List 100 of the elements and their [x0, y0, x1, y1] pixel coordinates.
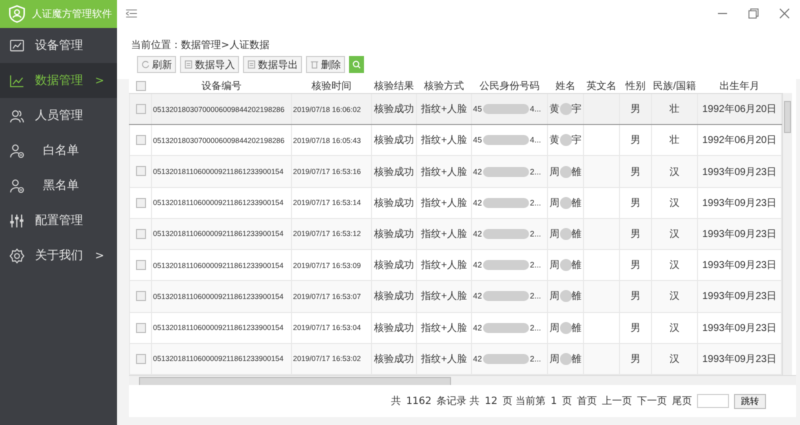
table-cell: 周 [550, 291, 560, 302]
table-cell: 核验成功 [374, 198, 414, 209]
table-cell: 1992年06月20日 [702, 104, 777, 116]
pager-link[interactable]: 下一页 [637, 394, 667, 408]
table-cell: 42 [473, 198, 482, 208]
table-cell: 男 [630, 104, 640, 116]
table-cell: 42 [473, 292, 482, 301]
sidebar-item[interactable]: 设备管理 [0, 28, 117, 63]
table-cell: 核验成功 [374, 135, 414, 146]
pager-text: 页 当前第 [502, 394, 546, 408]
sidebar-item[interactable]: 关于我们 > [0, 238, 117, 273]
column-header: 公民身份号码 [480, 81, 540, 92]
table-cell: 汉 [670, 260, 680, 272]
select-all-checkbox[interactable] [136, 80, 146, 91]
table-cell: 壮 [670, 135, 680, 146]
redaction-blur [482, 291, 529, 302]
table-cell: 1993年09月23日 [702, 322, 777, 334]
column-header: 核验结果 [374, 81, 414, 92]
table-cell: 周 [550, 166, 560, 178]
table-cell: 2... [530, 198, 542, 208]
toolbar-button[interactable]: 删除 [306, 56, 345, 73]
table-cell: 男 [630, 198, 640, 209]
sidebar-subitem[interactable]: 白名单 [0, 133, 117, 168]
table-cell: 2... [530, 354, 542, 364]
table-cell: 42 [473, 229, 482, 238]
pager-text: 条记录 共 [436, 394, 480, 408]
table-cell: 核验成功 [374, 104, 414, 116]
redaction-blur [482, 228, 529, 239]
table-cell: 核验成功 [374, 260, 414, 272]
row-checkbox[interactable] [136, 354, 146, 364]
sidebar-subitem[interactable]: 黑名单 [0, 168, 117, 203]
sidebar-item[interactable]: 人员管理 [0, 98, 117, 133]
jump-button[interactable]: 跳转 [734, 394, 766, 408]
table-cell: 42 [473, 323, 482, 332]
table-cell: 周 [550, 228, 560, 240]
table-cell: 2... [530, 323, 542, 332]
vertical-scrollbar[interactable] [782, 93, 792, 375]
app-title: 人证魔方管理软件 [32, 8, 112, 21]
search-button[interactable] [349, 56, 364, 73]
table-cell: 雒 [572, 291, 582, 302]
table-cell: 1993年09月23日 [702, 354, 777, 365]
table-cell: 1993年09月23日 [702, 291, 777, 302]
table-cell: 指纹+人脸 [421, 291, 467, 302]
pager-link[interactable]: 首页 [577, 394, 597, 408]
table-cell: 男 [630, 228, 640, 240]
table-cell: 4... [530, 136, 542, 145]
table-cell: 1992年06月20日 [702, 135, 777, 146]
toolbar-button[interactable]: 数据导入 [180, 56, 239, 73]
table-cell: 雒 [572, 198, 582, 209]
column-header: 性别 [626, 81, 646, 92]
table-cell: 黄 [550, 104, 560, 116]
toolbar-button[interactable]: 数据导出 [243, 56, 302, 73]
toolbar-button[interactable]: 刷新 [137, 56, 176, 73]
row-checkbox[interactable] [136, 260, 146, 270]
sidebar-item[interactable]: 配置管理 [0, 203, 117, 238]
table-cell: 黄 [550, 135, 560, 146]
table-cell: 汉 [670, 198, 680, 209]
redaction-blur [560, 352, 572, 365]
column-header: 核验时间 [312, 81, 352, 92]
row-checkbox[interactable] [136, 228, 146, 239]
table-cell: 周 [550, 322, 560, 334]
column-header: 核验方式 [424, 81, 464, 92]
pager-link[interactable]: 尾页 [672, 394, 692, 408]
table-cell: 核验成功 [374, 354, 414, 365]
table-cell: 2... [530, 229, 542, 238]
table-cell: 周 [550, 260, 560, 272]
redaction-blur [560, 134, 572, 146]
table-cell: 汉 [670, 228, 680, 240]
row-checkbox[interactable] [136, 291, 146, 302]
table-cell: 男 [630, 354, 640, 365]
row-checkbox[interactable] [136, 135, 146, 146]
document-icon [247, 60, 256, 69]
table-cell: 指纹+人脸 [421, 198, 467, 209]
table-cell: 指纹+人脸 [421, 104, 467, 116]
record-count: 1162 [406, 396, 432, 406]
redaction-blur [482, 354, 529, 364]
row-checkbox[interactable] [136, 322, 146, 332]
close-icon[interactable] [779, 8, 790, 18]
table-cell: 4... [530, 104, 542, 114]
table-cell: 男 [630, 260, 640, 272]
page-input[interactable] [697, 394, 729, 408]
row-checkbox[interactable] [136, 104, 146, 114]
collapse-menu-icon[interactable] [126, 8, 137, 18]
table-cell: 男 [630, 135, 640, 146]
table-cell: 1993年09月23日 [702, 228, 777, 240]
sidebar-item[interactable]: 数据管理 > [0, 63, 117, 98]
sliders-icon [9, 212, 25, 228]
column-header: 设备编号 [202, 81, 242, 92]
shield-user-icon [8, 5, 26, 23]
restore-icon[interactable] [748, 8, 759, 18]
table-cell: 核验成功 [374, 166, 414, 178]
current-page: 1 [550, 396, 557, 406]
table-cell: 指纹+人脸 [421, 166, 467, 178]
row-checkbox[interactable] [136, 198, 146, 208]
row-checkbox[interactable] [136, 166, 146, 176]
person-minus-icon [9, 142, 25, 158]
pager-text: 页 [562, 395, 572, 408]
settings-icon [9, 248, 25, 264]
pager-link[interactable]: 上一页 [602, 394, 632, 408]
pager-text: 共 [391, 394, 402, 408]
